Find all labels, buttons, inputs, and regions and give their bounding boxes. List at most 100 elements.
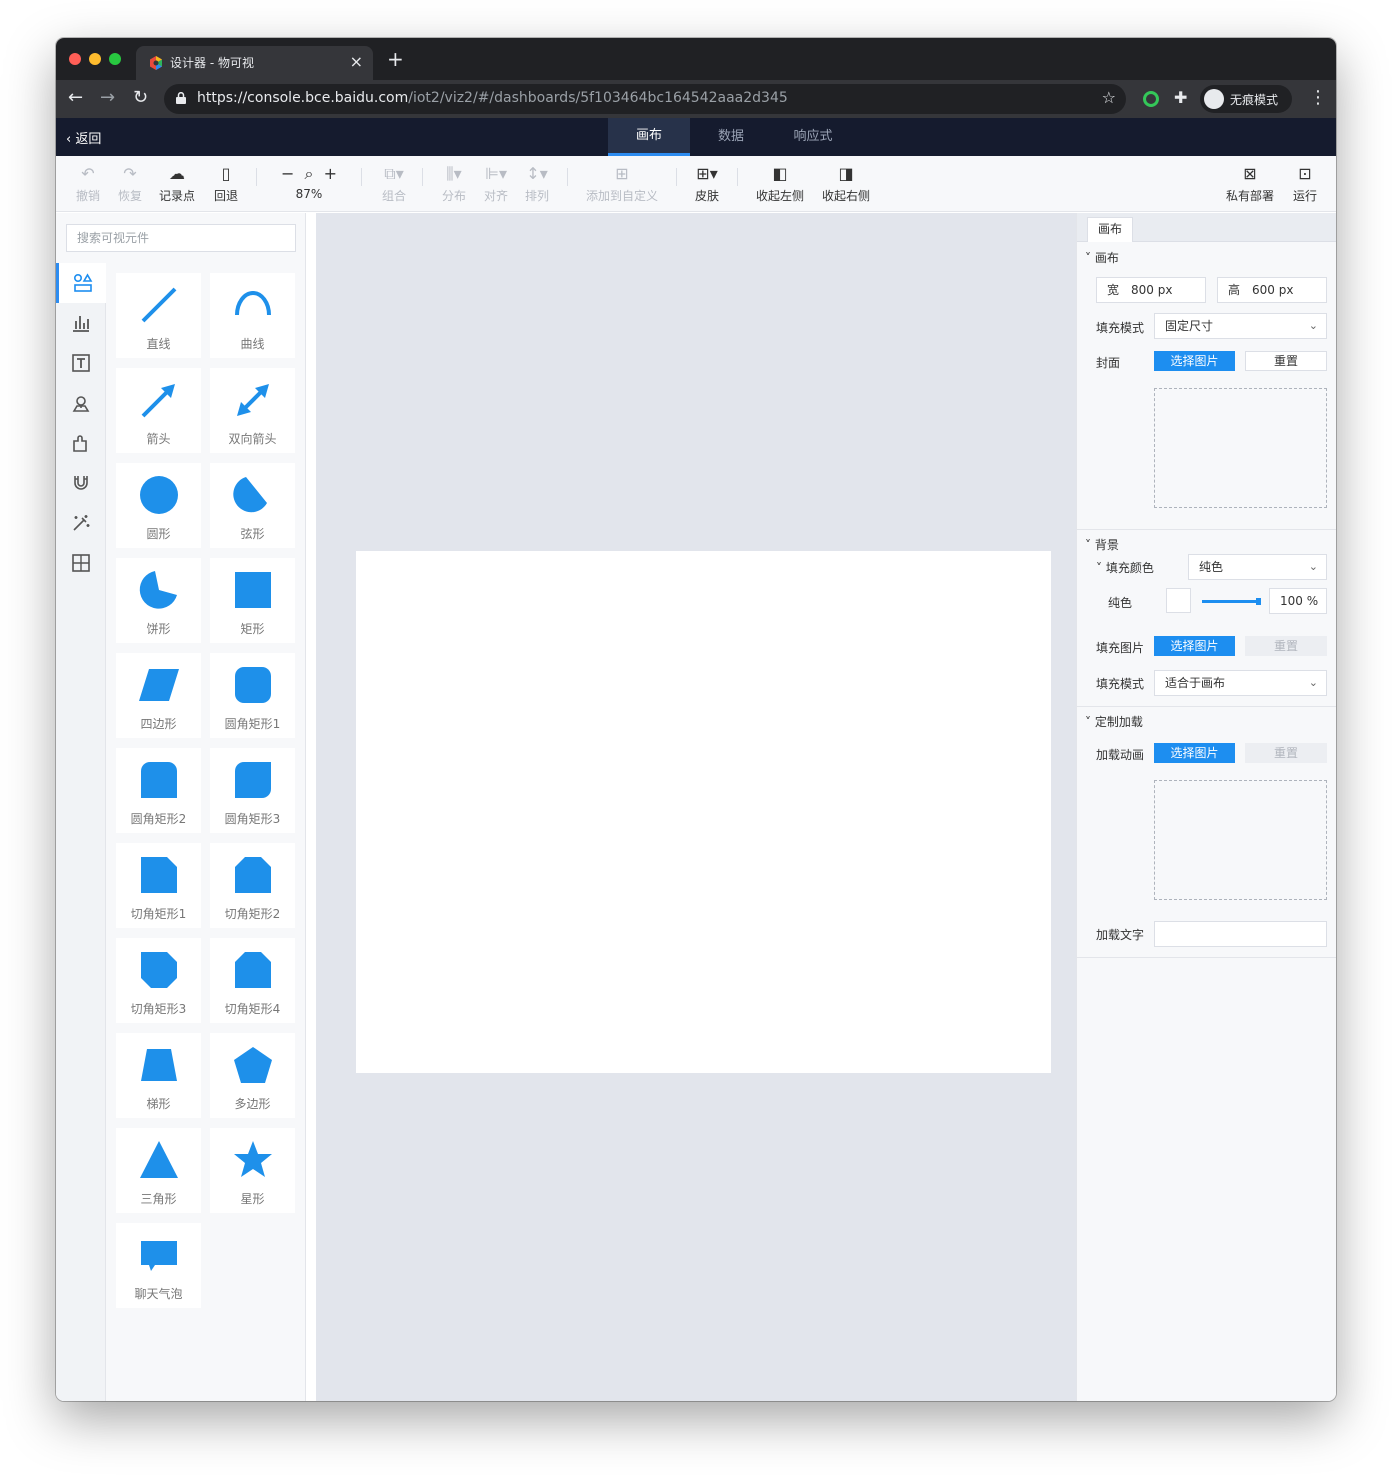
fill-mode-select[interactable]: 固定尺寸 ⌄ xyxy=(1154,313,1327,339)
group-button[interactable]: ⧉▾ 组合 xyxy=(379,164,409,204)
cover-reset-button[interactable]: 重置 xyxy=(1245,351,1327,371)
fill-color-select[interactable]: 纯色 ⌄ xyxy=(1188,554,1327,580)
opacity-slider[interactable] xyxy=(1202,600,1260,603)
component-item[interactable]: 切角矩形2 xyxy=(210,843,295,928)
omnibox[interactable]: https://console.bce.baidu.com/iot2/viz2/… xyxy=(164,84,1126,114)
section-loading-header[interactable]: ˅ 定制加载 xyxy=(1085,713,1143,730)
add-to-custom-button[interactable]: ⊞ 添加到自定义 xyxy=(584,164,660,204)
component-item[interactable]: 切角矩形3 xyxy=(116,938,201,1023)
collapse-right-button[interactable]: ◨ 收起右侧 xyxy=(820,164,872,204)
browser-tab[interactable]: 设计器 - 物可视 × xyxy=(136,46,373,80)
category-charts[interactable] xyxy=(56,303,106,343)
opacity-input[interactable]: 100 % xyxy=(1269,588,1327,614)
tab-canvas-properties[interactable]: 画布 xyxy=(1087,217,1133,242)
cover-select-image-button[interactable]: 选择图片 xyxy=(1154,351,1235,371)
component-item[interactable]: 三角形 xyxy=(116,1128,201,1213)
back-button[interactable]: ‹ 返回 xyxy=(66,128,101,147)
component-item[interactable]: 切角矩形1 xyxy=(116,843,201,928)
component-item[interactable]: 饼形 xyxy=(116,558,201,643)
loading-text-input[interactable] xyxy=(1154,921,1327,947)
app-header: ‹ 返回 画布 数据 响应式 xyxy=(56,118,1336,156)
tab-canvas[interactable]: 画布 xyxy=(608,118,690,156)
tab-responsive[interactable]: 响应式 xyxy=(772,118,854,156)
undo-button[interactable]: ↶ 撤销 xyxy=(76,164,100,204)
loading-select-image-button[interactable]: 选择图片 xyxy=(1154,743,1235,763)
align-button[interactable]: ⊫▾ 对齐 xyxy=(482,164,510,204)
window-close-button[interactable] xyxy=(69,53,81,65)
category-effects[interactable] xyxy=(56,503,106,543)
circle-icon xyxy=(140,476,178,514)
component-item[interactable]: 梯形 xyxy=(116,1033,201,1118)
component-item[interactable]: 弦形 xyxy=(210,463,295,548)
cover-image-dropzone[interactable] xyxy=(1154,388,1327,508)
category-text[interactable] xyxy=(56,343,106,383)
component-search-input[interactable] xyxy=(66,224,296,252)
section-canvas-header[interactable]: ˅ 画布 xyxy=(1085,249,1119,266)
window-minimize-button[interactable] xyxy=(89,53,101,65)
component-item[interactable]: 矩形 xyxy=(210,558,295,643)
tab-close-icon[interactable]: × xyxy=(350,52,363,71)
component-item[interactable]: 箭头 xyxy=(116,368,201,453)
opacity-slider-handle[interactable] xyxy=(1256,598,1261,605)
component-item[interactable]: 圆形 xyxy=(116,463,201,548)
fill-color-label[interactable]: ˅ 填充颜色 xyxy=(1096,559,1154,576)
bookmark-star-icon[interactable]: ☆ xyxy=(1102,88,1116,107)
reload-icon[interactable]: ↻ xyxy=(133,87,148,109)
component-item[interactable]: 双向箭头 xyxy=(210,368,295,453)
component-item[interactable]: 直线 xyxy=(116,273,201,358)
rollback-button[interactable]: ▯ 回退 xyxy=(213,164,239,204)
extension-ring-icon[interactable] xyxy=(1143,91,1159,107)
category-plugins[interactable] xyxy=(56,423,106,463)
artboard[interactable] xyxy=(356,551,1051,1073)
component-item[interactable]: 曲线 xyxy=(210,273,295,358)
canvas-workspace[interactable] xyxy=(311,213,1076,1401)
bg-fill-mode-select[interactable]: 适合于画布 ⌄ xyxy=(1154,670,1327,696)
redo-button[interactable]: ↷ 恢复 xyxy=(118,164,142,204)
component-item[interactable]: 圆角矩形1 xyxy=(210,653,295,738)
color-swatch[interactable] xyxy=(1166,588,1191,613)
private-deploy-button[interactable]: ⊠ 私有部署 xyxy=(1224,164,1276,204)
canvas-height-field[interactable]: 高 600 px xyxy=(1217,277,1327,303)
distribute-button[interactable]: ⫼▾ 分布 xyxy=(440,164,468,204)
skin-button[interactable]: ⊞▾ 皮肤 xyxy=(693,164,721,204)
zoom-level: 87% xyxy=(295,187,323,201)
triangle-icon xyxy=(140,1141,178,1178)
component-item[interactable]: 圆角矩形2 xyxy=(116,748,201,833)
url-text[interactable]: https://console.bce.baidu.com/iot2/viz2/… xyxy=(197,90,788,106)
component-item[interactable]: 星形 xyxy=(210,1128,295,1213)
map-pin-icon xyxy=(72,396,90,412)
loading-image-dropzone[interactable] xyxy=(1154,780,1327,900)
category-shapes[interactable] xyxy=(56,263,106,303)
forward-arrow-icon[interactable]: → xyxy=(100,87,115,109)
tab-data[interactable]: 数据 xyxy=(690,118,772,156)
category-map[interactable] xyxy=(56,383,106,423)
fill-image-select-button[interactable]: 选择图片 xyxy=(1154,636,1235,656)
window-zoom-button[interactable] xyxy=(109,53,121,65)
fill-image-reset-button[interactable]: 重置 xyxy=(1245,636,1327,656)
category-magnet[interactable] xyxy=(56,463,106,503)
component-item[interactable]: 多边形 xyxy=(210,1033,295,1118)
arrange-button[interactable]: ↕▾ 排列 xyxy=(523,164,551,204)
chevron-down-icon: ˅ xyxy=(1085,251,1095,265)
canvas-width-field[interactable]: 宽 800 px xyxy=(1096,277,1206,303)
checkpoint-button[interactable]: ☁ 记录点 xyxy=(159,164,195,204)
new-tab-button[interactable]: + xyxy=(387,49,404,69)
back-arrow-icon[interactable]: ← xyxy=(68,87,83,109)
component-item[interactable]: 四边形 xyxy=(116,653,201,738)
browser-menu-icon[interactable]: ⋮ xyxy=(1309,87,1327,108)
zoom-control[interactable]: − ⌕ + 87% xyxy=(276,164,342,201)
section-background-header[interactable]: ˅ 背景 xyxy=(1085,536,1119,553)
extensions-puzzle-icon[interactable]: ✚ xyxy=(1174,88,1187,107)
fill-mode-label: 填充模式 xyxy=(1096,321,1145,335)
collapse-left-button[interactable]: ◧ 收起左侧 xyxy=(754,164,806,204)
run-button[interactable]: ⊡ 运行 xyxy=(1292,164,1318,204)
component-item[interactable]: 聊天气泡 xyxy=(116,1223,201,1308)
zoom-out-icon[interactable]: − xyxy=(281,164,294,183)
loading-reset-button[interactable]: 重置 xyxy=(1245,743,1327,763)
chord-icon xyxy=(233,477,267,513)
category-custom[interactable] xyxy=(56,543,106,583)
zoom-in-icon[interactable]: + xyxy=(324,164,337,183)
component-item[interactable]: 切角矩形4 xyxy=(210,938,295,1023)
component-item[interactable]: 圆角矩形3 xyxy=(210,748,295,833)
incognito-badge[interactable]: 无痕模式 xyxy=(1200,85,1292,113)
